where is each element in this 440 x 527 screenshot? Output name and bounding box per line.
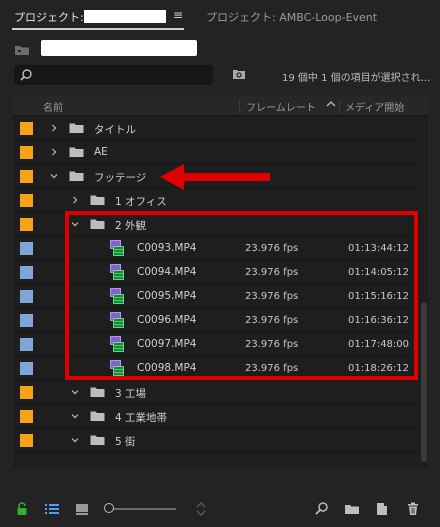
label-color-swatch[interactable] (20, 434, 33, 447)
label-color-swatch[interactable] (20, 386, 33, 399)
label-color-swatch[interactable] (20, 338, 33, 351)
new-item-icon[interactable] (374, 501, 390, 517)
search-input[interactable] (14, 65, 213, 85)
bin-row[interactable]: 5 街 (13, 428, 418, 452)
item-name[interactable]: タイトル (94, 122, 136, 137)
bottom-toolbar (0, 493, 440, 527)
chevron-down-icon[interactable] (50, 172, 58, 180)
project-name-redacted (84, 10, 166, 23)
clear-icon[interactable] (405, 501, 421, 517)
item-name[interactable]: 5 街 (115, 434, 136, 449)
item-name[interactable]: 1 オフィス (115, 194, 167, 209)
zoom-slider-handle[interactable] (104, 503, 114, 513)
find-icon[interactable] (314, 501, 330, 517)
folder-icon (90, 387, 105, 397)
column-frame-rate[interactable]: フレームレート (246, 99, 316, 114)
item-name[interactable]: AE (94, 146, 108, 158)
column-name[interactable]: 名前 (43, 99, 63, 114)
label-color-swatch[interactable] (20, 266, 33, 279)
folder-icon (90, 195, 105, 205)
bin-row[interactable]: AE (13, 140, 418, 164)
folder-icon (69, 123, 84, 133)
bin-path-field-redacted (41, 40, 197, 56)
column-divider[interactable] (239, 99, 240, 113)
vertical-scrollbar[interactable] (421, 302, 427, 462)
list-view-icon[interactable] (44, 501, 60, 517)
label-color-swatch[interactable] (20, 290, 33, 303)
item-name[interactable]: 4 工業地帯 (115, 410, 167, 425)
label-color-swatch[interactable] (20, 170, 33, 183)
list-header: 名前 フレームレート メディア開始 (13, 96, 428, 116)
chevron-down-icon[interactable] (71, 436, 79, 444)
folder-icon (69, 147, 84, 157)
label-color-swatch[interactable] (20, 242, 33, 255)
folder-icon (90, 411, 105, 421)
new-search-bin-icon[interactable] (232, 68, 246, 80)
sort-icons-icon[interactable] (193, 501, 209, 517)
bin-row[interactable]: 4 工業地帯 (13, 404, 418, 428)
label-color-swatch[interactable] (20, 146, 33, 159)
hamburger-icon[interactable]: ≡ (173, 8, 183, 22)
tab-project-active[interactable]: プロジェクト: (14, 9, 84, 25)
search-icon (20, 69, 32, 81)
label-color-swatch[interactable] (20, 218, 33, 231)
label-color-swatch[interactable] (20, 314, 33, 327)
label-color-swatch[interactable] (20, 194, 33, 207)
lock-icon[interactable] (14, 501, 30, 517)
new-bin-icon[interactable] (344, 501, 360, 517)
chevron-right-icon[interactable] (50, 124, 58, 132)
zoom-slider-track[interactable] (112, 508, 176, 510)
bin-row[interactable]: 1 オフィス (13, 188, 418, 212)
project-panel: プロジェクト: ≡ プロジェクト: AMBC-Loop-Event 19 個中 … (0, 0, 440, 527)
column-media-start[interactable]: メディア開始 (345, 99, 404, 114)
folder-icon (90, 435, 105, 445)
annotation-arrow-icon (160, 164, 270, 190)
chevron-right-icon[interactable] (71, 196, 79, 204)
bin-path-icon[interactable] (14, 44, 30, 56)
chevron-right-icon[interactable] (50, 148, 58, 156)
label-color-swatch[interactable] (20, 410, 33, 423)
item-name[interactable]: 3 工場 (115, 386, 146, 401)
chevron-down-icon[interactable] (71, 412, 79, 420)
item-name[interactable]: フッテージ (94, 170, 146, 185)
bin-row[interactable]: 3 工場 (13, 380, 418, 404)
chevron-down-icon[interactable] (71, 388, 79, 396)
label-color-swatch[interactable] (20, 362, 33, 375)
tab-project-ambc[interactable]: プロジェクト: AMBC-Loop-Event (206, 9, 377, 25)
column-divider[interactable] (339, 99, 340, 113)
icon-view-icon[interactable] (74, 501, 90, 517)
label-color-swatch[interactable] (20, 122, 33, 135)
active-tab-indicator (12, 28, 184, 30)
selection-status: 19 個中 1 個の項目が選択され... (282, 73, 431, 84)
folder-icon (69, 171, 84, 181)
annotation-highlight-box (65, 211, 418, 380)
tab-bar: プロジェクト: ≡ プロジェクト: AMBC-Loop-Event (0, 0, 440, 34)
bin-row[interactable]: タイトル (13, 116, 418, 140)
sort-ascending-icon[interactable] (326, 99, 336, 109)
